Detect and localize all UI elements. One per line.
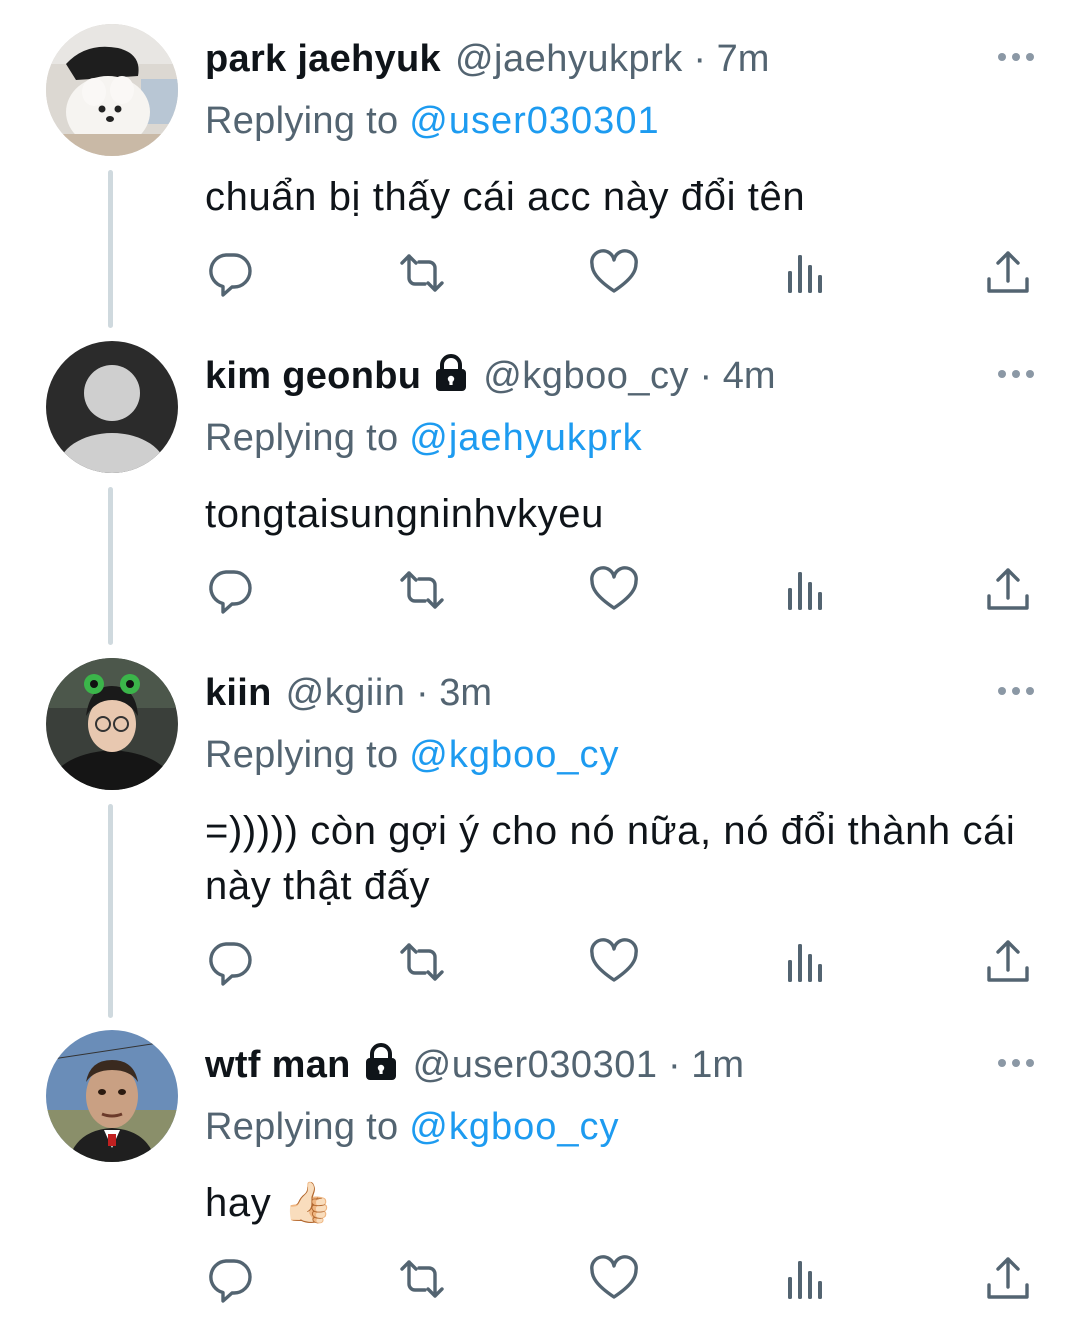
replying-to-handle[interactable]: @jaehyukprk [409, 417, 642, 459]
replying-to-label: Replying to [205, 417, 399, 459]
tweet-actions [0, 245, 1080, 305]
person-avatar-image [46, 658, 178, 790]
tweet-text: =))))) còn gợi ý cho nó nữa, nó đổi thàn… [205, 809, 1016, 908]
more-icon[interactable] [997, 684, 1035, 696]
replying-to-handle[interactable]: @user030301 [409, 100, 659, 142]
tweet-text: chuẩn bị thấy cái acc này đổi tên [205, 175, 806, 219]
tweet-1[interactable]: park jaehyuk @jaehyukprk · 7m Replying to… [0, 0, 1080, 328]
display-name[interactable]: wtf man [205, 1044, 351, 1086]
replying-to-label: Replying to [205, 1106, 399, 1148]
replying-to-handle[interactable]: @kgboo_cy [409, 1106, 619, 1148]
more-icon[interactable] [997, 367, 1035, 379]
avatar[interactable] [46, 658, 178, 790]
tweet-header: park jaehyuk @jaehyukprk · 7m [205, 36, 769, 82]
share-icon[interactable] [980, 934, 1036, 990]
share-icon[interactable] [980, 562, 1036, 618]
replying-to: Replying to @jaehyukprk [205, 415, 643, 461]
tweet-text: tongtaisungninhvkyeu [205, 492, 604, 536]
tweet-text: hay 👍🏻 [205, 1181, 334, 1225]
reply-icon[interactable] [202, 562, 258, 618]
lock-icon [363, 1043, 399, 1092]
views-icon[interactable] [778, 562, 834, 618]
tweet-actions [0, 562, 1080, 622]
replying-to-label: Replying to [205, 100, 399, 142]
display-name[interactable]: kim geonbu [205, 355, 421, 397]
reply-icon[interactable] [202, 1251, 258, 1307]
views-icon[interactable] [778, 245, 834, 301]
user-handle[interactable]: @user030301 [413, 1044, 658, 1086]
man-avatar-image [46, 1030, 178, 1162]
more-icon[interactable] [997, 50, 1035, 62]
reply-icon[interactable] [202, 934, 258, 990]
replying-to: Replying to @kgboo_cy [205, 732, 620, 778]
separator-dot: · [668, 1044, 681, 1086]
replying-to-handle[interactable]: @kgboo_cy [409, 734, 619, 776]
retweet-icon[interactable] [394, 1251, 450, 1307]
display-name[interactable]: kiin [205, 672, 272, 714]
timestamp[interactable]: 4m [723, 355, 776, 397]
tweet-2[interactable]: kim geonbu @kgboo_cy · 4m Replying to @ja… [0, 317, 1080, 645]
heart-icon[interactable] [586, 245, 642, 301]
tweet-actions [0, 934, 1080, 994]
avatar[interactable] [46, 1030, 178, 1162]
replying-to: Replying to @user030301 [205, 98, 660, 144]
tweet-4[interactable]: wtf man @user030301 · 1m Replying to @kgb… [0, 1006, 1080, 1326]
retweet-icon[interactable] [394, 245, 450, 301]
reply-icon[interactable] [202, 245, 258, 301]
separator-dot: · [693, 38, 707, 80]
views-icon[interactable] [778, 934, 834, 990]
user-handle[interactable]: @kgboo_cy [483, 355, 689, 397]
timestamp[interactable]: 3m [439, 672, 492, 714]
heart-icon[interactable] [586, 934, 642, 990]
dog-avatar-image [46, 24, 178, 156]
default-avatar-image [46, 341, 178, 473]
more-icon[interactable] [997, 1056, 1035, 1068]
share-icon[interactable] [980, 245, 1036, 301]
display-name[interactable]: park jaehyuk [205, 38, 441, 80]
separator-dot: · [415, 672, 429, 714]
timestamp[interactable]: 1m [691, 1044, 744, 1086]
lock-icon [433, 354, 469, 403]
tweet-actions [0, 1251, 1080, 1311]
user-handle[interactable]: @kgiin [286, 672, 406, 714]
heart-icon[interactable] [586, 1251, 642, 1307]
timestamp[interactable]: 7m [717, 38, 770, 80]
replying-to: Replying to @kgboo_cy [205, 1104, 620, 1150]
share-icon[interactable] [980, 1251, 1036, 1307]
tweet-header: wtf man @user030301 · 1m [205, 1042, 744, 1092]
tweet-3[interactable]: kiin @kgiin · 3m Replying to @kgboo_cy =)… [0, 634, 1080, 1018]
replying-to-label: Replying to [205, 734, 399, 776]
tweet-header: kim geonbu @kgboo_cy · 4m [205, 353, 776, 403]
views-icon[interactable] [778, 1251, 834, 1307]
retweet-icon[interactable] [394, 562, 450, 618]
retweet-icon[interactable] [394, 934, 450, 990]
avatar[interactable] [46, 24, 178, 156]
heart-icon[interactable] [586, 562, 642, 618]
user-handle[interactable]: @jaehyukprk [455, 38, 683, 80]
separator-dot: · [699, 355, 713, 397]
avatar[interactable] [46, 341, 178, 473]
tweet-header: kiin @kgiin · 3m [205, 670, 492, 716]
